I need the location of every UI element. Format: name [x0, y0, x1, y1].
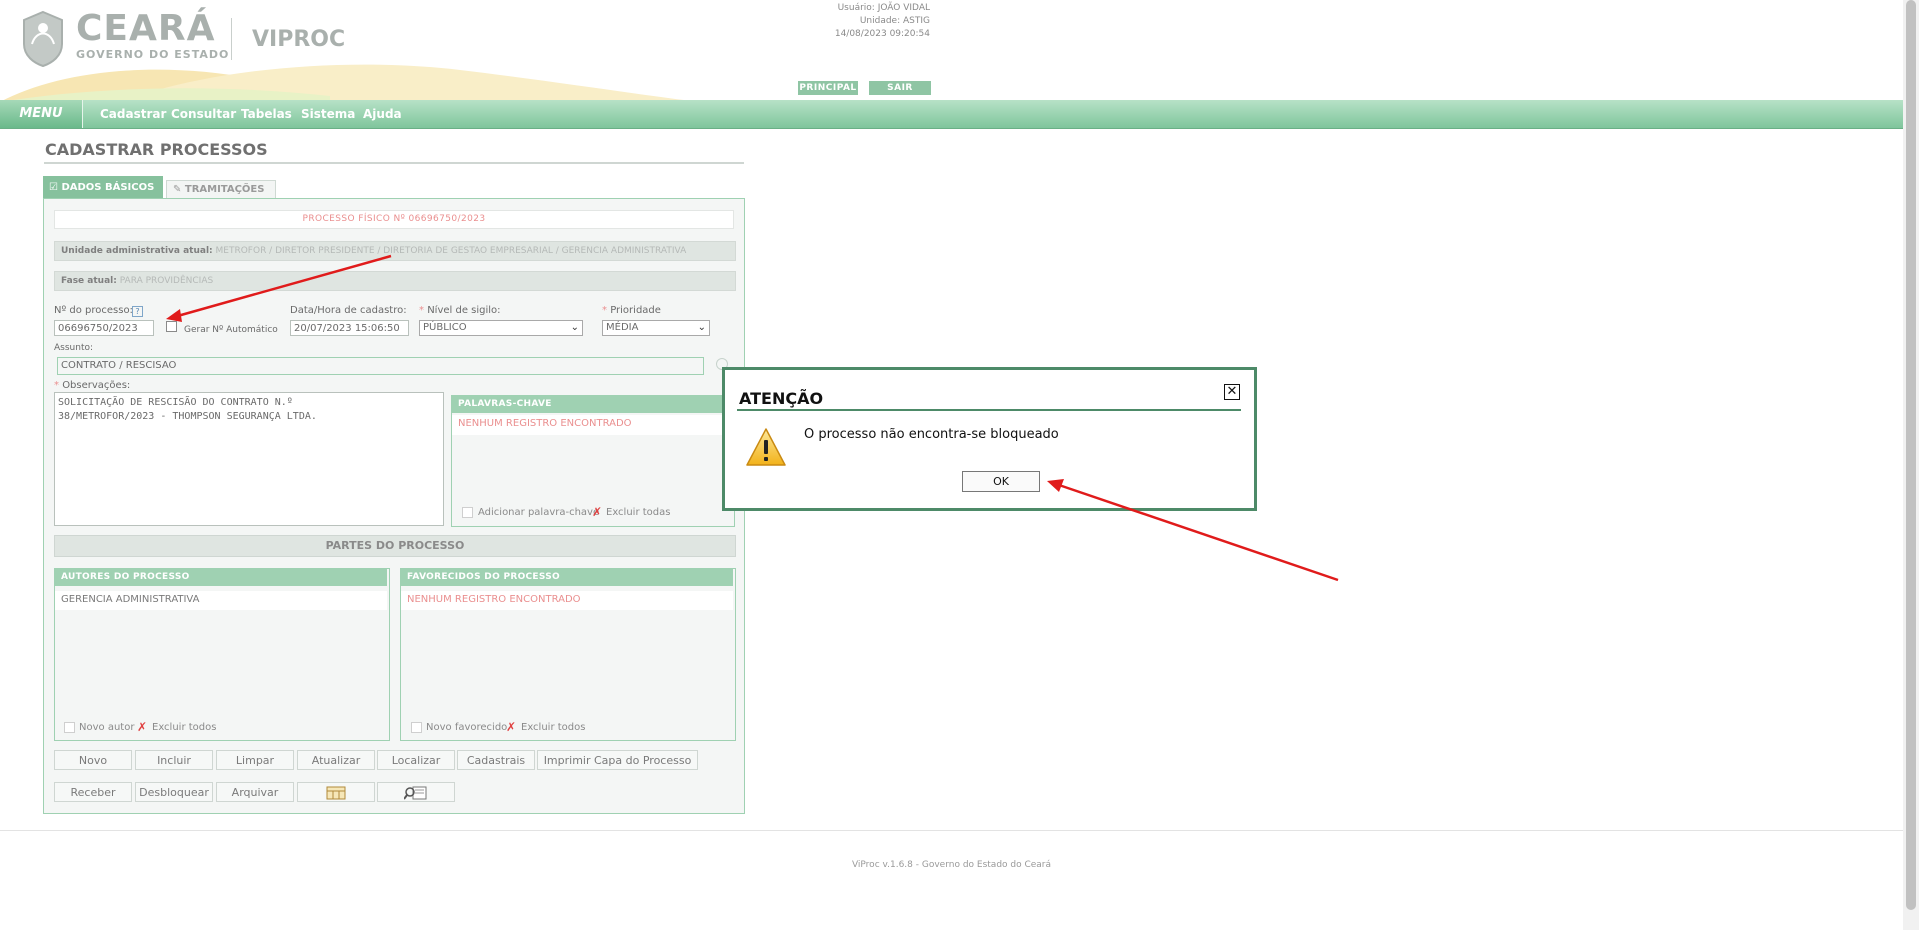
annotation-arrows: [166, 254, 1339, 582]
scrollbar-thumb[interactable]: [1906, 0, 1916, 910]
annotation-arrow-to-ok: [1047, 479, 1339, 582]
annotation-arrow-to-checkbox: [166, 254, 392, 322]
